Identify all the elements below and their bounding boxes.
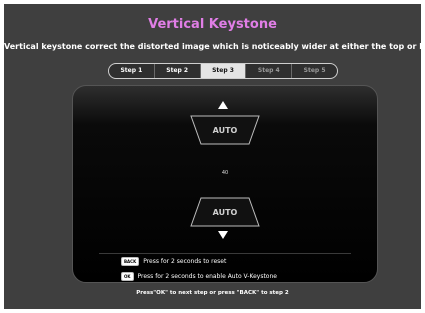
back-key-icon: BACK bbox=[121, 257, 140, 266]
divider bbox=[99, 253, 351, 254]
arrow-up-icon[interactable] bbox=[218, 101, 228, 109]
step-3-active[interactable]: Step 3 bbox=[199, 64, 246, 78]
ok-key-icon: OK bbox=[121, 272, 134, 281]
step-2[interactable]: Step 2 bbox=[153, 64, 200, 78]
auto-hint: OK Press for 2 seconds to enable Auto V-… bbox=[121, 272, 277, 281]
keystone-bottom-auto[interactable]: AUTO bbox=[190, 197, 260, 227]
step-5[interactable]: Step 5 bbox=[291, 64, 337, 78]
osd-screen: Vertical Keystone Vertical keystone corr… bbox=[4, 4, 421, 309]
page-title: Vertical Keystone bbox=[148, 17, 277, 32]
keystone-panel: AUTO 40 AUTO BACK Press for 2 seconds to… bbox=[72, 85, 378, 283]
step-bar: Step 1 Step 2 Step 3 Step 4 Step 5 bbox=[108, 63, 338, 79]
top-auto-label: AUTO bbox=[212, 125, 238, 135]
step-4[interactable]: Step 4 bbox=[245, 64, 291, 78]
keystone-value: 40 bbox=[221, 170, 229, 176]
step-1[interactable]: Step 1 bbox=[109, 64, 154, 78]
reset-hint-text: Press for 2 seconds to reset bbox=[143, 258, 227, 265]
arrow-down-icon[interactable] bbox=[218, 231, 228, 239]
keystone-top-auto[interactable]: AUTO bbox=[190, 115, 260, 145]
auto-hint-text: Press for 2 seconds to enable Auto V-Key… bbox=[137, 273, 277, 280]
bottom-auto-label: AUTO bbox=[212, 207, 238, 217]
page-description: Vertical keystone correct the distorted … bbox=[4, 42, 421, 51]
footer-instructions: Press"OK" to next step or press "BACK" t… bbox=[136, 290, 289, 296]
reset-hint: BACK Press for 2 seconds to reset bbox=[121, 257, 226, 266]
